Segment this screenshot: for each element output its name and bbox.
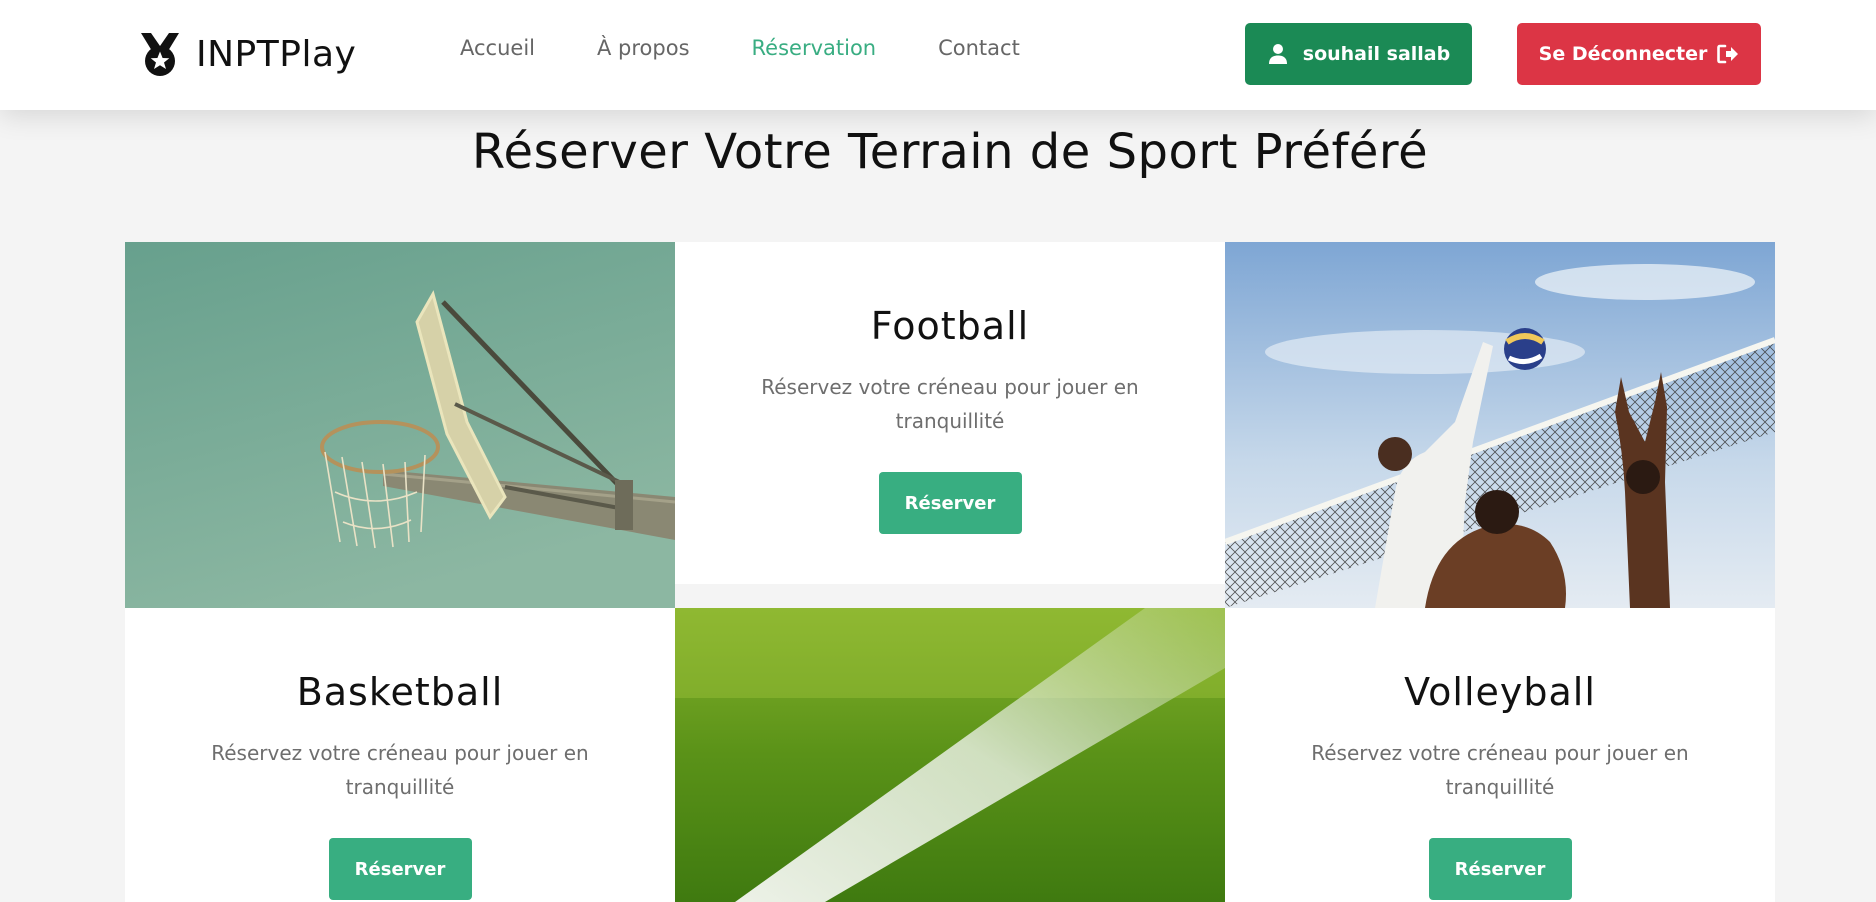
sport-description: Réservez votre créneau pour jouer en tra… bbox=[211, 741, 589, 799]
logout-label: Se Déconnecter bbox=[1538, 43, 1708, 65]
sport-title: Football bbox=[870, 304, 1030, 348]
volleyball-image bbox=[1225, 242, 1775, 608]
sport-description: Réservez votre créneau pour jouer en tra… bbox=[761, 375, 1139, 433]
sport-card-football: Football Réservez votre créneau pour jou… bbox=[675, 242, 1225, 584]
reserve-button-basketball[interactable]: Réserver bbox=[328, 838, 472, 900]
user-icon bbox=[1268, 44, 1287, 64]
nav-link-reservation[interactable]: Réservation bbox=[752, 36, 877, 60]
basketball-image bbox=[125, 242, 675, 608]
football-image bbox=[675, 608, 1225, 902]
logout-button[interactable]: Se Déconnecter bbox=[1517, 23, 1761, 85]
navbar: INPTPlay Accueil À propos Réservation Co… bbox=[0, 0, 1876, 110]
brand-name: INPTPlay bbox=[196, 33, 357, 75]
user-name: souhail sallab bbox=[1302, 43, 1451, 65]
nav-link-a-propos[interactable]: À propos bbox=[597, 36, 690, 60]
brand[interactable]: INPTPlay bbox=[138, 28, 356, 80]
sports-grid: Football Réservez votre créneau pour jou… bbox=[125, 242, 1775, 902]
reserve-button-volleyball[interactable]: Réserver bbox=[1428, 838, 1572, 900]
sport-title: Volleyball bbox=[1404, 670, 1596, 714]
page-title: Réserver Votre Terrain de Sport Préféré bbox=[471, 124, 1429, 180]
sign-out-icon bbox=[1717, 44, 1739, 64]
main-nav: Accueil À propos Réservation Contact bbox=[460, 36, 1082, 60]
sport-card-basketball: Basketball Réservez votre créneau pour j… bbox=[125, 608, 675, 902]
nav-link-accueil[interactable]: Accueil bbox=[460, 36, 535, 60]
nav-link-contact[interactable]: Contact bbox=[938, 36, 1020, 60]
sport-description: Réservez votre créneau pour jouer en tra… bbox=[1311, 741, 1689, 799]
user-profile-button[interactable]: souhail sallab bbox=[1245, 23, 1472, 85]
medal-icon bbox=[141, 33, 179, 76]
sport-card-volleyball: Volleyball Réservez votre créneau pour j… bbox=[1225, 608, 1775, 902]
sport-title: Basketball bbox=[296, 670, 504, 714]
reserve-button-football[interactable]: Réserver bbox=[878, 472, 1022, 534]
